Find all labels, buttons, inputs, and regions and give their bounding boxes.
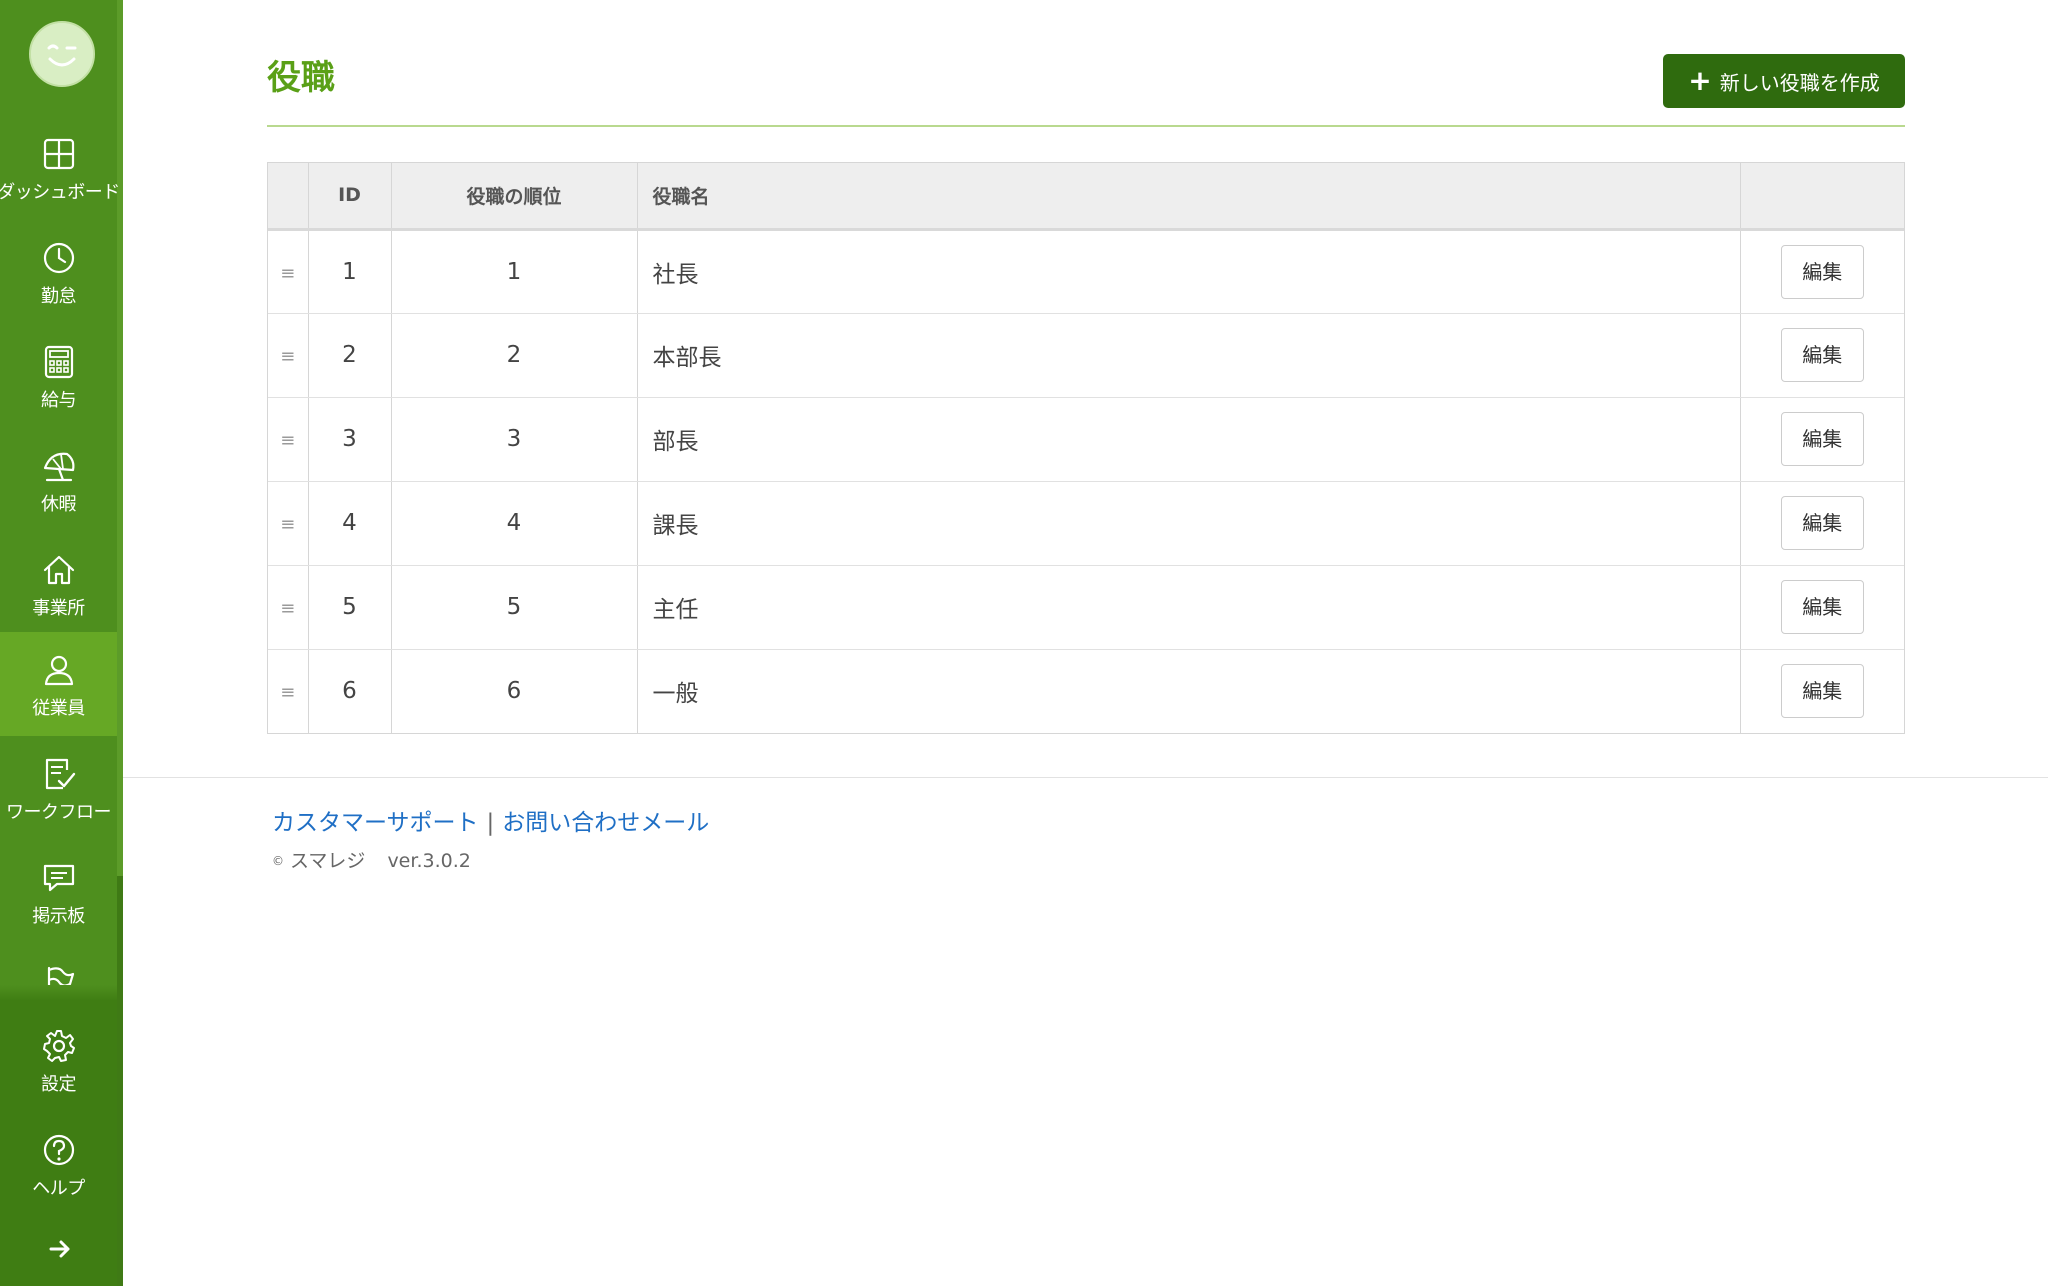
sidebar-item-label: 勤怠 [41,286,77,307]
edit-button[interactable]: 編集 [1780,244,1864,299]
position-id: 3 [308,397,392,482]
smiley-icon [31,23,93,85]
drag-handle-icon[interactable]: ≡ [280,346,295,367]
sidebar-item-settings[interactable]: 設定 [0,1008,117,1112]
sidebar-bottom-shade [0,985,117,1001]
dashboard-icon [43,138,74,170]
position-id: 2 [308,313,392,398]
footer-separator: | [486,810,495,836]
position-id: 6 [308,649,392,733]
copyright-symbol: © [272,854,284,868]
position-id: 5 [308,565,392,650]
gear-icon [42,1030,75,1062]
plus-icon: + [1688,64,1712,97]
column-header-rank: 役職の順位 [391,163,638,231]
position-rank: 3 [391,397,638,482]
table-row: ≡ 6 6 一般 編集 [268,649,1904,733]
customer-support-link[interactable]: カスタマーサポート [272,810,479,836]
position-rank: 6 [391,649,638,733]
sidebar-item-label: 事業所 [32,598,85,619]
sidebar-item-label: ワークフロー [6,802,112,823]
sidebar-item-label: 給与 [41,390,77,411]
version-text: ver.3.0.2 [387,850,471,872]
position-rank: 1 [391,229,638,314]
arrow-right-icon[interactable] [47,1236,73,1262]
position-rank: 5 [391,565,638,650]
table-header-row: ID 役職の順位 役職名 [268,163,1904,231]
position-name: 課長 [637,481,1741,566]
column-header-handle [268,163,309,231]
column-header-name: 役職名 [637,163,1741,231]
edit-button[interactable]: 編集 [1780,412,1864,466]
footer-links: カスタマーサポート | お問い合わせメール [272,803,709,837]
table-row: ≡ 5 5 主任 編集 [268,565,1904,650]
position-name: 本部長 [637,313,1741,398]
sidebar-item-label: ヘルプ [32,1178,85,1199]
person-icon [44,655,73,686]
position-name: 主任 [637,565,1741,650]
clock-icon [43,242,74,274]
table-row: ≡ 1 1 社長 編集 [268,229,1904,314]
sidebar-item-leave[interactable]: 休暇 [0,428,117,532]
position-name: 社長 [637,229,1741,314]
sidebar-item-employees[interactable]: 従業員 [0,632,117,736]
sidebar-item-payroll[interactable]: 給与 [0,324,117,428]
workflow-icon [45,758,75,790]
edit-button[interactable]: 編集 [1780,580,1864,634]
contact-mail-link[interactable]: お問い合わせメール [502,810,709,836]
footer-divider [123,777,2048,778]
avatar[interactable] [29,21,95,87]
position-name: 一般 [637,649,1741,733]
sidebar-item-bulletin[interactable]: 掲示板 [0,840,117,944]
drag-handle-icon[interactable]: ≡ [280,263,295,284]
umbrella-icon [43,452,74,482]
sidebar-item-label: 休暇 [41,494,77,515]
title-divider [267,125,1905,127]
message-icon [43,864,74,892]
drag-handle-icon[interactable]: ≡ [280,514,295,535]
sidebar-item-label: 従業員 [32,698,85,719]
sidebar-scrollbar-thumb[interactable] [117,0,123,876]
sidebar-item-attendance[interactable]: 勤怠 [0,220,117,324]
table-row: ≡ 2 2 本部長 編集 [268,313,1904,398]
copyright: © スマレジ ver.3.0.2 [272,846,471,873]
calculator-icon [44,345,73,379]
position-id: 1 [308,229,392,314]
drag-handle-icon[interactable]: ≡ [280,682,295,703]
position-name: 部長 [637,397,1741,482]
column-header-action [1740,163,1904,231]
home-icon [43,555,74,585]
table-row: ≡ 4 4 課長 編集 [268,481,1904,566]
position-id: 4 [308,481,392,566]
create-position-button[interactable]: + 新しい役職を作成 [1663,54,1905,108]
table-row: ≡ 3 3 部長 編集 [268,397,1904,482]
sidebar-item-help[interactable]: ヘルプ [0,1112,117,1216]
column-header-id: ID [308,163,392,231]
positions-table: ID 役職の順位 役職名 ≡ 1 1 社長 編集 ≡ 2 2 本部長 編集 ≡ … [267,162,1905,734]
sidebar-item-label: ダッシュボード [0,182,120,203]
position-rank: 4 [391,481,638,566]
page-title: 役職 [267,58,335,98]
sidebar-item-label: 設定 [41,1074,77,1095]
drag-handle-icon[interactable]: ≡ [280,430,295,451]
edit-button[interactable]: 編集 [1780,664,1864,719]
help-icon [43,1134,74,1166]
drag-handle-icon[interactable]: ≡ [280,598,295,619]
sidebar-item-workflow[interactable]: ワークフロー [0,736,117,840]
edit-button[interactable]: 編集 [1780,328,1864,382]
sidebar-item-label: 掲示板 [32,906,85,927]
company-name: スマレジ [290,850,366,872]
sidebar-item-office[interactable]: 事業所 [0,532,117,636]
create-position-button-label: 新しい役職を作成 [1719,70,1880,95]
sidebar-item-dashboard[interactable]: ダッシュボード [0,116,120,220]
position-rank: 2 [391,313,638,398]
edit-button[interactable]: 編集 [1780,496,1864,550]
sidebar: ダッシュボード 勤怠 給与 休暇 事業所 従業員 ワークフロー 掲示板 設定 ヘ… [0,0,123,1286]
